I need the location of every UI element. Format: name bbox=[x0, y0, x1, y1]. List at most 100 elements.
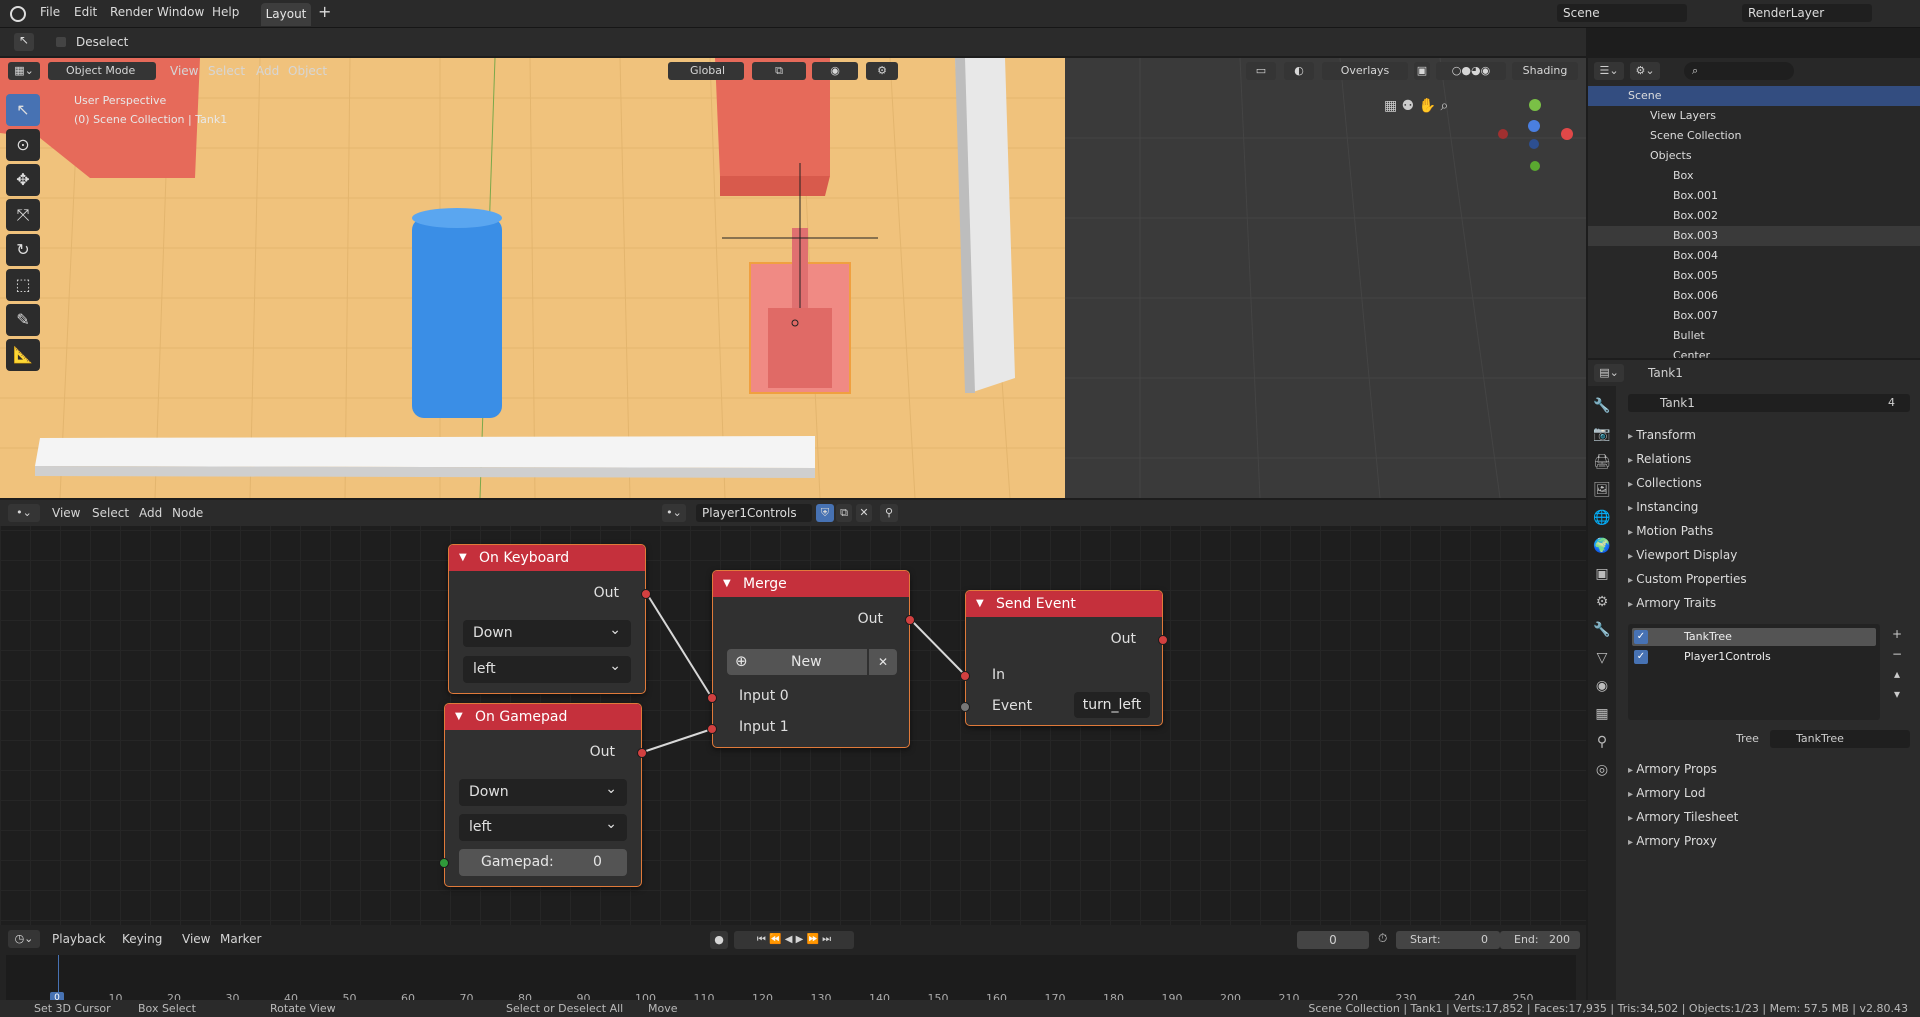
trait-list-controls-icon[interactable]: + − ▴ ▾ bbox=[1888, 624, 1906, 710]
display-mode-icon[interactable]: ⚙⌄ bbox=[1630, 62, 1660, 80]
measure-tool-icon[interactable]: 📐 bbox=[6, 339, 40, 371]
add-workspace-icon[interactable]: + bbox=[318, 2, 331, 21]
outliner-row[interactable]: Bullet bbox=[1588, 326, 1920, 346]
timeline-track[interactable]: 0 10 20 30 40 50 60 70 80 90 100 110 120 130 140 150 16… bbox=[6, 955, 1576, 1005]
menu-select[interactable]: Select bbox=[202, 61, 251, 81]
timeline[interactable]: ◷⌄ Playback Keying View Marker ● ⏮ ⏪ ◀ ▶… bbox=[0, 925, 1586, 1005]
outliner-row[interactable]: Center bbox=[1588, 346, 1920, 358]
outliner-row[interactable]: Box.003 bbox=[1588, 226, 1920, 246]
node-merge[interactable]: Merge Out ⊕ New ✕ Input 0 Input 1 bbox=[707, 570, 915, 748]
outliner-row[interactable]: Scene Collection bbox=[1588, 126, 1920, 146]
navigation-icons[interactable]: ▦ ⚉ ✋ ⌕ bbox=[1384, 98, 1504, 114]
start-frame-field[interactable]: Start: 0 bbox=[1396, 931, 1500, 949]
timeline-editor-type-icon[interactable]: ◷⌄ bbox=[8, 930, 40, 948]
menu-help[interactable]: Help bbox=[212, 5, 239, 19]
editor-type-button[interactable]: ▦⌄ bbox=[8, 62, 40, 80]
socket-input-1[interactable] bbox=[707, 724, 717, 734]
rotate-tool-icon[interactable]: ↻ bbox=[6, 234, 40, 266]
keyboard-state-dropdown[interactable]: Down bbox=[463, 617, 631, 647]
traits-list[interactable]: ✓ TankTree ✓ Player1Controls bbox=[1628, 624, 1880, 720]
trait-checkbox[interactable]: ✓ bbox=[1634, 630, 1648, 644]
menu-file[interactable]: File bbox=[40, 5, 60, 19]
node-on-keyboard[interactable]: On Keyboard Out Down left bbox=[448, 544, 651, 694]
scale-tool-icon[interactable]: ⬚ bbox=[6, 269, 40, 301]
outliner-row[interactable]: Box.001 bbox=[1588, 186, 1920, 206]
socket-out[interactable] bbox=[905, 615, 915, 625]
gamepad-key-dropdown[interactable]: left bbox=[459, 811, 627, 841]
outliner-editor-type-icon[interactable]: ☰⌄ bbox=[1594, 62, 1624, 80]
menu-view[interactable]: View bbox=[164, 61, 204, 81]
outliner-row[interactable]: Box.006 bbox=[1588, 286, 1920, 306]
outliner-row[interactable]: Box.002 bbox=[1588, 206, 1920, 226]
section-armory-lod[interactable]: Armory Lod bbox=[1628, 786, 1705, 800]
section-armory-proxy[interactable]: Armory Proxy bbox=[1628, 834, 1717, 848]
menu-add[interactable]: Add bbox=[250, 61, 285, 81]
outliner-scene-row[interactable]: Scene bbox=[1588, 86, 1920, 106]
transform-orientation-dropdown[interactable]: Global bbox=[668, 62, 744, 80]
object-mode-dropdown[interactable]: Object Mode bbox=[48, 62, 156, 80]
select-box-tool-icon[interactable]: ↖ bbox=[6, 94, 40, 126]
outliner-row[interactable]: Box.004 bbox=[1588, 246, 1920, 266]
section-instancing[interactable]: Instancing bbox=[1628, 500, 1698, 514]
event-name-field[interactable]: turn_left bbox=[1074, 692, 1150, 718]
trait-row[interactable]: ✓ Player1Controls bbox=[1632, 648, 1876, 666]
menu-window[interactable]: Window bbox=[157, 5, 204, 19]
view-layer-icon[interactable]: ▭ bbox=[1246, 62, 1276, 80]
timeline-view-menu[interactable]: View bbox=[176, 929, 216, 949]
outliner-row[interactable]: Box.005 bbox=[1588, 266, 1920, 286]
property-tab-icons[interactable]: 🔧 📷 🖨 🖼 🌐 🌍 ▣ ⚙ 🔧 ▽ ◉ ▦ ⚲ ◎ bbox=[1588, 386, 1616, 784]
gamepad-state-dropdown[interactable]: Down bbox=[459, 776, 627, 806]
end-frame-field[interactable]: End: 200 bbox=[1500, 931, 1580, 949]
menu-edit[interactable]: Edit bbox=[74, 5, 97, 19]
section-transform[interactable]: Transform bbox=[1628, 428, 1696, 442]
node-send-event[interactable]: Send Event Out In Event turn_left bbox=[960, 590, 1168, 726]
gamepad-number-field[interactable]: Gamepad: 0 bbox=[459, 849, 627, 876]
socket-event[interactable] bbox=[960, 702, 970, 712]
shading-modes-icon[interactable]: ○●◕◉ bbox=[1436, 62, 1506, 80]
outliner-search-input[interactable]: ⌕ bbox=[1684, 62, 1794, 80]
render-layer-field[interactable]: RenderLayer bbox=[1742, 4, 1872, 22]
marker-menu[interactable]: Marker bbox=[214, 929, 267, 949]
tree-field[interactable]: TankTree bbox=[1770, 730, 1910, 748]
keying-dropdown[interactable]: Keying bbox=[116, 929, 168, 949]
outliner-row[interactable]: Objects bbox=[1588, 146, 1920, 166]
overlays-dropdown[interactable]: Overlays bbox=[1322, 62, 1408, 80]
trait-checkbox[interactable]: ✓ bbox=[1634, 650, 1648, 664]
outliner[interactable]: ☰⌄ ⚙⌄ ⌕ Scene View Layers Scene Collecti… bbox=[1588, 58, 1920, 358]
workspace-tab-layout[interactable]: Layout bbox=[261, 3, 311, 26]
transform-tool-icon[interactable]: ⤧ bbox=[6, 199, 40, 231]
outliner-row[interactable]: View Layers bbox=[1588, 106, 1920, 126]
outliner-row[interactable]: Box.007 bbox=[1588, 306, 1920, 326]
blender-logo-icon[interactable] bbox=[10, 6, 26, 22]
playback-dropdown[interactable]: Playback bbox=[46, 929, 112, 949]
stopwatch-icon[interactable]: ⏱ bbox=[1378, 931, 1387, 946]
menu-render[interactable]: Render bbox=[110, 5, 153, 19]
outliner-row[interactable]: Box bbox=[1588, 166, 1920, 186]
section-motion-paths[interactable]: Motion Paths bbox=[1628, 524, 1713, 538]
socket-in[interactable] bbox=[960, 671, 970, 681]
section-armory-traits[interactable]: Armory Traits bbox=[1628, 596, 1716, 610]
snap-icon[interactable]: ⧉ bbox=[752, 62, 806, 80]
section-collections[interactable]: Collections bbox=[1628, 476, 1702, 490]
section-relations[interactable]: Relations bbox=[1628, 452, 1691, 466]
proportional-edit-icon[interactable]: ◉ bbox=[812, 62, 858, 80]
section-custom-properties[interactable]: Custom Properties bbox=[1628, 572, 1746, 586]
shading-dropdown[interactable]: Shading bbox=[1512, 62, 1578, 80]
keyboard-key-dropdown[interactable]: left bbox=[463, 653, 631, 683]
3d-viewport[interactable]: User Perspective (0) Scene Collection | … bbox=[0, 58, 1586, 498]
select-tool-icon[interactable]: ↖ bbox=[14, 33, 34, 51]
deselect-checkbox[interactable] bbox=[56, 37, 66, 47]
visibility-icon[interactable]: ◐ bbox=[1284, 62, 1314, 80]
scene-field[interactable]: Scene bbox=[1557, 4, 1687, 22]
gizmo-icon[interactable]: ⚙ bbox=[866, 62, 898, 80]
object-name-field[interactable]: Tank1 bbox=[1628, 394, 1910, 412]
merge-remove-icon[interactable]: ✕ bbox=[869, 649, 897, 675]
section-viewport-display[interactable]: Viewport Display bbox=[1628, 548, 1737, 562]
xray-icon[interactable]: ▣ bbox=[1414, 62, 1430, 80]
trait-row-selected[interactable]: ✓ TankTree bbox=[1632, 628, 1876, 646]
menu-object[interactable]: Object bbox=[282, 61, 333, 81]
merge-new-button[interactable]: ⊕ New bbox=[727, 649, 867, 675]
socket-out[interactable] bbox=[641, 589, 651, 599]
current-frame-field[interactable]: 0 bbox=[1297, 931, 1369, 949]
record-icon[interactable]: ● bbox=[710, 931, 728, 949]
